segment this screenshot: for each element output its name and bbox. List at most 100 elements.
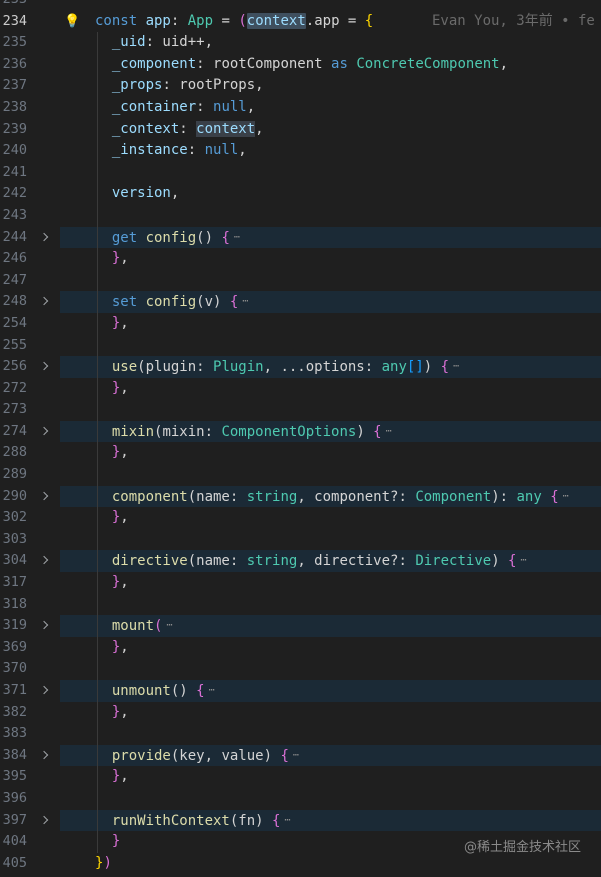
- code-line[interactable]: 243: [0, 204, 601, 227]
- code-token: , component?:: [297, 488, 416, 505]
- code-line[interactable]: 234 const app: App = (context.app = {Evan…: [0, 10, 601, 33]
- indent-guide: [97, 334, 98, 357]
- fold-chevron-icon[interactable]: [39, 486, 51, 508]
- code-line[interactable]: 241: [0, 161, 601, 184]
- line-number: 304: [2, 552, 27, 569]
- indent-guide: [97, 723, 98, 745]
- line-gutter: 304: [0, 550, 60, 573]
- fold-chevron-icon[interactable]: [39, 356, 51, 378]
- code-line[interactable]: 304 directive(name: string, directive?: …: [0, 550, 601, 573]
- code-token: set: [111, 294, 146, 311]
- indent-guide: [97, 464, 98, 486]
- fold-chevron-icon[interactable]: [39, 615, 51, 637]
- line-number: 237: [2, 77, 27, 94]
- code-token: _component: [111, 55, 197, 72]
- fold-chevron-icon[interactable]: [39, 810, 51, 832]
- line-gutter: 404: [0, 831, 60, 853]
- line-gutter: 235: [0, 32, 60, 54]
- code-line[interactable]: 272 },: [0, 377, 601, 400]
- code-line[interactable]: 238 _container: null,: [0, 96, 601, 119]
- code-token: : uid++,: [145, 34, 214, 51]
- code-text: _props: rootProps,: [95, 75, 264, 97]
- code-token: ,: [238, 142, 247, 159]
- code-line[interactable]: 235 _uid: uid++,: [0, 32, 601, 54]
- indent-guide: [97, 161, 98, 184]
- line-gutter: 246: [0, 248, 60, 270]
- code-token: {: [364, 12, 374, 29]
- folded-ellipsis-icon[interactable]: ⋯: [453, 356, 459, 378]
- code-line[interactable]: 288 },: [0, 442, 601, 465]
- line-gutter: 317: [0, 572, 60, 594]
- fold-chevron-icon[interactable]: [39, 550, 51, 572]
- code-line[interactable]: 239 _context: context,: [0, 118, 601, 141]
- code-token: string: [246, 488, 298, 505]
- code-line[interactable]: 384 provide(key, value) {⋯: [0, 744, 601, 768]
- code-line[interactable]: 240 _instance: null,: [0, 140, 601, 162]
- code-editor[interactable]: 233234const app: App = (context.app = {E…: [0, 0, 601, 875]
- folded-ellipsis-icon[interactable]: ⋯: [234, 227, 240, 249]
- indent-guide: [97, 787, 98, 810]
- code-line[interactable]: 247: [0, 269, 601, 292]
- code-line[interactable]: 237 _props: rootProps,: [0, 75, 601, 97]
- code-line[interactable]: 256 use(plugin: Plugin, ...options: any[…: [0, 356, 601, 378]
- code-line[interactable]: 395 },: [0, 766, 601, 788]
- fold-chevron-icon[interactable]: [39, 680, 51, 702]
- line-gutter: 371: [0, 680, 60, 702]
- code-line[interactable]: 369 },: [0, 636, 601, 659]
- line-number: 238: [2, 98, 27, 115]
- code-line[interactable]: 319 mount(⋯: [0, 615, 601, 637]
- code-line[interactable]: 302 },: [0, 507, 601, 529]
- code-line[interactable]: 383: [0, 723, 601, 745]
- line-number: 288: [2, 444, 27, 461]
- line-number: 290: [2, 487, 27, 504]
- folded-ellipsis-icon[interactable]: ⋯: [563, 486, 569, 508]
- code-line[interactable]: 255: [0, 334, 601, 357]
- code-line[interactable]: 370: [0, 658, 601, 680]
- folded-ellipsis-icon[interactable]: ⋯: [209, 680, 215, 702]
- folded-ellipsis-icon[interactable]: ⋯: [166, 615, 172, 637]
- code-line[interactable]: 244 get config() {⋯: [0, 226, 601, 250]
- lightbulb-icon[interactable]: [64, 11, 80, 33]
- code-line[interactable]: 274 mixin(mixin: ComponentOptions) {⋯: [0, 420, 601, 443]
- code-token: config: [145, 229, 197, 246]
- folded-ellipsis-icon[interactable]: ⋯: [520, 550, 526, 572]
- code-line[interactable]: 405}): [0, 852, 601, 875]
- code-line[interactable]: 289: [0, 464, 601, 486]
- code-token: app: [145, 12, 171, 29]
- code-line[interactable]: 396: [0, 787, 601, 810]
- line-number: 233: [0, 0, 27, 11]
- code-line[interactable]: 273: [0, 399, 601, 421]
- code-line[interactable]: 318: [0, 593, 601, 616]
- code-text: unmount() {⋯: [95, 680, 215, 703]
- folded-ellipsis-icon[interactable]: ⋯: [293, 745, 299, 767]
- code-line[interactable]: 303: [0, 528, 601, 551]
- fold-chevron-icon[interactable]: [39, 227, 51, 249]
- code-line[interactable]: 290 component(name: string, component?: …: [0, 485, 601, 508]
- code-line[interactable]: 317 },: [0, 572, 601, 594]
- fold-chevron-icon[interactable]: [39, 745, 51, 767]
- code-line[interactable]: 397 runWithContext(fn) {⋯: [0, 809, 601, 832]
- code-line[interactable]: 242 version,: [0, 183, 601, 205]
- code-line[interactable]: 246 },: [0, 248, 601, 270]
- indent-guide: [97, 269, 98, 292]
- line-gutter: 369: [0, 636, 60, 659]
- fold-chevron-icon[interactable]: [39, 291, 51, 313]
- line-gutter: 318: [0, 593, 60, 616]
- code-line[interactable]: 248 set config(v) {⋯: [0, 291, 601, 313]
- code-token: Directive: [415, 553, 492, 570]
- folded-ellipsis-icon[interactable]: ⋯: [284, 810, 290, 832]
- folded-ellipsis-icon[interactable]: ⋯: [242, 291, 248, 313]
- code-line[interactable]: 233: [0, 0, 601, 11]
- code-text: get config() {⋯: [95, 227, 240, 250]
- code-line[interactable]: 371 unmount() {⋯: [0, 680, 601, 702]
- code-text: }: [95, 831, 120, 853]
- code-line[interactable]: 382 },: [0, 701, 601, 724]
- code-line[interactable]: 236 _component: rootComponent as Concret…: [0, 53, 601, 76]
- fold-chevron-icon[interactable]: [39, 421, 51, 443]
- folded-ellipsis-icon[interactable]: ⋯: [386, 421, 392, 443]
- code-text: provide(key, value) {⋯: [95, 745, 299, 768]
- code-line[interactable]: 254 },: [0, 312, 601, 335]
